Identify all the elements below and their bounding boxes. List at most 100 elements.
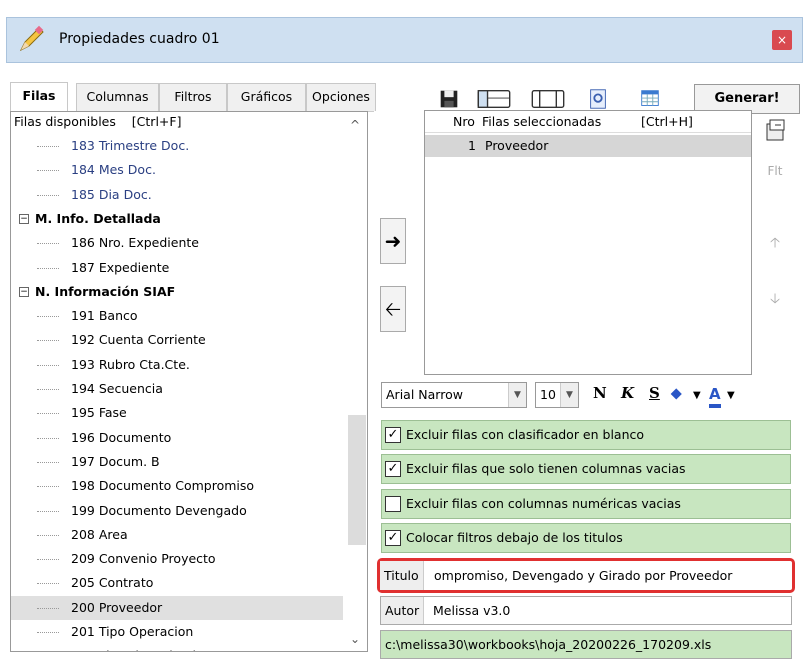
tree-item[interactable]: 210 Tipo Financiamiento (11, 644, 343, 651)
option-filters-below-titles[interactable]: ✓ Colocar filtros debajo de los titulos (381, 523, 791, 553)
tree-item-label: 209 Convenio Proyecto (71, 551, 216, 567)
selected-rows-list[interactable]: Nro Filas seleccionadas [Ctrl+H] 1 Prove… (424, 110, 752, 375)
font-size-select[interactable]: 10 ▼ (535, 382, 579, 408)
tab-filtros[interactable]: Filtros (159, 83, 227, 111)
tree-connector (37, 413, 59, 415)
add-row-button[interactable]: ➜ (380, 218, 406, 264)
author-input[interactable]: Melissa v3.0 (433, 597, 510, 624)
tree-item-label: 185 Dia Doc. (71, 186, 152, 202)
font-family-select[interactable]: Arial Narrow ▼ (381, 382, 527, 408)
scroll-down-icon[interactable]: ⌄ (350, 632, 360, 646)
option-exclude-blank[interactable]: ✓ Excluir filas con clasificador en blan… (381, 420, 791, 450)
tree-connector (37, 340, 59, 342)
filter-button[interactable]: Flt (760, 156, 790, 186)
layout-rows-icon[interactable] (474, 86, 514, 112)
tree-item[interactable]: 195 Fase (11, 401, 343, 425)
move-down-icon[interactable]: 🡣 (760, 284, 790, 314)
collapse-icon[interactable]: − (19, 213, 29, 224)
tree-item-label: 194 Secuencia (71, 381, 163, 396)
tree-item-label: 183 Trimestre Doc. (71, 138, 190, 153)
tree-item-label: 198 Documento Compromiso (71, 478, 255, 494)
italic-button[interactable]: K (621, 384, 634, 402)
tab-filas[interactable]: Filas (10, 82, 68, 112)
move-up-icon[interactable]: 🡡 (760, 228, 790, 258)
properties-dialog: Propiedades cuadro 01 × Filas Columnas F… (0, 0, 809, 671)
tree-connector (37, 267, 59, 269)
chevron-down-icon[interactable]: ▼ (560, 383, 578, 407)
tree-group[interactable]: − M. Info. Detallada (11, 207, 343, 231)
tree-item[interactable]: 209 Convenio Proyecto (11, 547, 343, 571)
tree-scrollbar[interactable]: ^ ⌄ (346, 112, 366, 651)
tree-item[interactable]: 194 Secuencia (11, 377, 343, 401)
tree-item[interactable]: 186 Nro. Expediente (11, 231, 343, 255)
tree-item[interactable]: 200 Proveedor (11, 595, 343, 620)
tree-item-label: 186 Nro. Expediente (71, 235, 199, 251)
tree-item-label: 196 Documento (71, 429, 172, 445)
tree-item-label: 192 Cuenta Corriente (71, 332, 206, 348)
tree-item[interactable]: 205 Contrato (11, 571, 343, 595)
tree-item-label: 210 Tipo Financiamiento (71, 644, 224, 651)
save-icon[interactable] (436, 86, 462, 112)
chevron-down-icon[interactable]: ▼ (727, 390, 735, 401)
tab-opciones[interactable]: Opciones (306, 83, 376, 111)
checkbox-icon[interactable]: ✓ (385, 461, 401, 477)
tab-columnas[interactable]: Columnas (76, 83, 159, 111)
checkbox-icon[interactable] (385, 496, 401, 512)
tree-item[interactable]: 208 Area (11, 523, 343, 547)
properties-icon[interactable] (760, 116, 790, 146)
option-exclude-empty-columns[interactable]: ✓ Excluir filas que solo tienen columnas… (381, 454, 791, 484)
author-label: Autor (381, 597, 425, 624)
tree-item[interactable]: 201 Tipo Operacion (11, 620, 343, 644)
tree-item[interactable]: 191 Banco (11, 304, 343, 328)
chevron-down-icon[interactable]: ▼ (693, 390, 701, 401)
author-field: Autor Melissa v3.0 (380, 596, 792, 625)
tree-item-label: 197 Docum. B (71, 453, 160, 469)
layout-columns-icon[interactable] (528, 86, 568, 112)
tree-item[interactable]: 196 Documento (11, 426, 343, 450)
tree-item[interactable]: 193 Rubro Cta.Cte. (11, 353, 343, 377)
path-field: c:\melissa30\workbooks\hoja_20200226_170… (380, 630, 792, 659)
tree-connector (37, 510, 59, 512)
collapse-icon[interactable]: − (19, 286, 29, 297)
tree-connector (37, 632, 59, 633)
tab-bar: Filas Columnas Filtros Gráficos Opciones (10, 82, 376, 112)
tree-connector (37, 389, 59, 390)
font-color-icon[interactable]: A (709, 384, 721, 408)
tree-connector (37, 364, 59, 366)
tree-item[interactable]: 197 Docum. B (11, 450, 343, 474)
checkbox-icon[interactable]: ✓ (385, 427, 401, 443)
chevron-down-icon[interactable]: ▼ (508, 383, 526, 407)
title-field: Titulo ompromiso, Devengado y Girado por… (377, 558, 795, 593)
available-header: Filas disponibles [Ctrl+F] (14, 114, 182, 129)
fill-color-icon[interactable]: ⬥ (671, 384, 682, 402)
tree-item-label: 193 Rubro Cta.Cte. (71, 356, 190, 372)
checkbox-icon[interactable]: ✓ (385, 530, 401, 546)
tree-item[interactable]: 184 Mes Doc. (11, 158, 343, 182)
pencil-app-icon (19, 25, 44, 52)
tab-graficos[interactable]: Gráficos (227, 83, 306, 111)
scroll-up-icon[interactable]: ^ (350, 118, 360, 132)
remove-row-button[interactable]: 🡠 (380, 286, 406, 332)
tree-item[interactable]: 199 Documento Devengado (11, 499, 343, 523)
strike-button[interactable]: S (649, 384, 660, 402)
tree-item[interactable]: 183 Trimestre Doc. (11, 134, 343, 158)
tree-item[interactable]: 198 Documento Compromiso (11, 474, 343, 498)
tree-item[interactable]: 187 Expediente (11, 256, 343, 280)
close-button[interactable]: × (772, 30, 792, 50)
grid-icon[interactable] (636, 86, 664, 112)
tree-group[interactable]: − N. Información SIAF (11, 280, 343, 304)
selected-row[interactable]: 1 Proveedor (425, 135, 751, 157)
tree-item[interactable]: 192 Cuenta Corriente (11, 328, 343, 352)
title-bar: Propiedades cuadro 01 × (6, 17, 803, 63)
tree-connector (37, 243, 59, 245)
tree-item[interactable]: 185 Dia Doc. (11, 183, 343, 207)
bold-button[interactable]: N (593, 384, 607, 402)
scroll-thumb[interactable] (348, 415, 366, 545)
tree-connector (37, 534, 59, 536)
path-input[interactable]: c:\melissa30\workbooks\hoja_20200226_170… (385, 631, 711, 658)
preview-icon[interactable] (584, 86, 612, 112)
title-input[interactable]: ompromiso, Devengado y Girado por Provee… (434, 561, 790, 590)
available-rows-tree[interactable]: Filas disponibles [Ctrl+F] 183 Trimestre… (10, 111, 368, 652)
option-exclude-numeric-empty[interactable]: Excluir filas con columnas numéricas vac… (381, 489, 791, 519)
tree-item-label: 187 Expediente (71, 259, 170, 275)
